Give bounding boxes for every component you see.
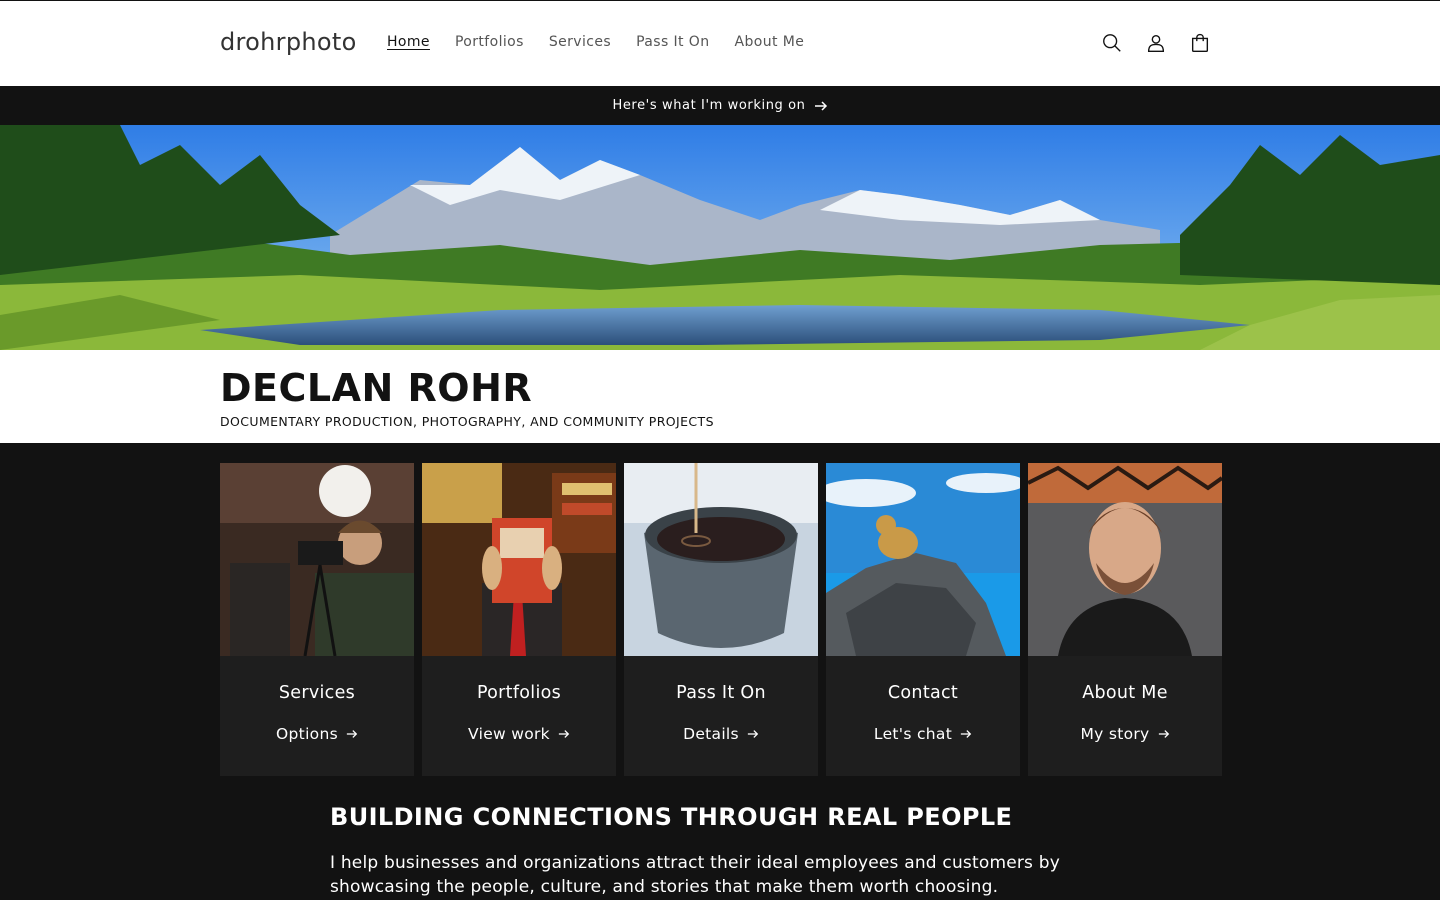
card-title: Pass It On [676, 683, 766, 703]
search-icon[interactable] [1100, 30, 1124, 56]
card-link[interactable]: My story [1028, 725, 1222, 743]
card-link[interactable]: Let's chat [826, 725, 1020, 743]
card-title: About Me [1082, 683, 1168, 703]
card-portfolios[interactable]: Portfolios View work [422, 463, 616, 776]
announcement-bar: Here's what I'm working on [0, 86, 1440, 125]
page-title: DECLAN ROHR [220, 366, 533, 410]
site-logo[interactable]: drohrphoto [220, 28, 357, 56]
hero-landscape-image [0, 125, 1440, 350]
card-contact[interactable]: Contact Let's chat [826, 463, 1020, 776]
card-link-label: View work [468, 725, 550, 743]
arrow-right-icon [346, 730, 358, 738]
card-title: Portfolios [476, 683, 562, 703]
header-icons [1100, 30, 1212, 56]
main-nav: Home Portfolios Services Pass It On Abou… [387, 34, 804, 50]
nav-about-me[interactable]: About Me [735, 34, 805, 50]
card-title: Contact [887, 683, 959, 703]
arrow-right-icon [960, 730, 972, 738]
arrow-right-icon [747, 730, 759, 738]
nav-home[interactable]: Home [387, 34, 430, 50]
nav-services[interactable]: Services [549, 34, 611, 50]
card-link[interactable]: Details [624, 725, 818, 743]
card-link-label: Options [276, 725, 338, 743]
card-link-label: Details [683, 725, 739, 743]
nav-pass-it-on[interactable]: Pass It On [636, 34, 709, 50]
account-icon[interactable] [1144, 30, 1168, 56]
announcement-link[interactable]: Here's what I'm working on [612, 98, 827, 113]
title-block: DECLAN ROHR DOCUMENTARY PRODUCTION, PHOT… [0, 350, 1440, 443]
card-title: Services [278, 683, 356, 703]
intro-heading: BUILDING CONNECTIONS THROUGH REAL PEOPLE [330, 803, 1013, 831]
cart-icon[interactable] [1188, 30, 1212, 56]
card-link-label: My story [1080, 725, 1150, 743]
announcement-text: Here's what I'm working on [612, 98, 806, 113]
arrow-right-icon [814, 100, 827, 111]
card-link[interactable]: Options [220, 725, 414, 743]
card-about-me[interactable]: About Me My story [1028, 463, 1222, 776]
card-pass-it-on[interactable]: Pass It On Details [624, 463, 818, 776]
card-services[interactable]: Services Options [220, 463, 414, 776]
card-image-services [220, 463, 414, 656]
card-image-pass-it-on [624, 463, 818, 656]
card-link-label: Let's chat [873, 725, 953, 743]
arrow-right-icon [1158, 730, 1169, 738]
card-image-about-me [1028, 463, 1222, 656]
card-link[interactable]: View work [422, 725, 616, 743]
nav-portfolios[interactable]: Portfolios [455, 34, 524, 50]
card-image-portfolios [422, 463, 616, 656]
page-subtitle: DOCUMENTARY PRODUCTION, PHOTOGRAPHY, AND… [220, 414, 714, 429]
site-header: drohrphoto Home Portfolios Services Pass… [0, 0, 1440, 86]
hero-banner [0, 125, 1440, 350]
nav-cards: Services Options Portfolios View work Pa… [220, 463, 1222, 776]
arrow-right-icon [558, 730, 570, 738]
intro-text: I help businesses and organizations attr… [330, 853, 1060, 897]
card-image-contact [826, 463, 1020, 656]
